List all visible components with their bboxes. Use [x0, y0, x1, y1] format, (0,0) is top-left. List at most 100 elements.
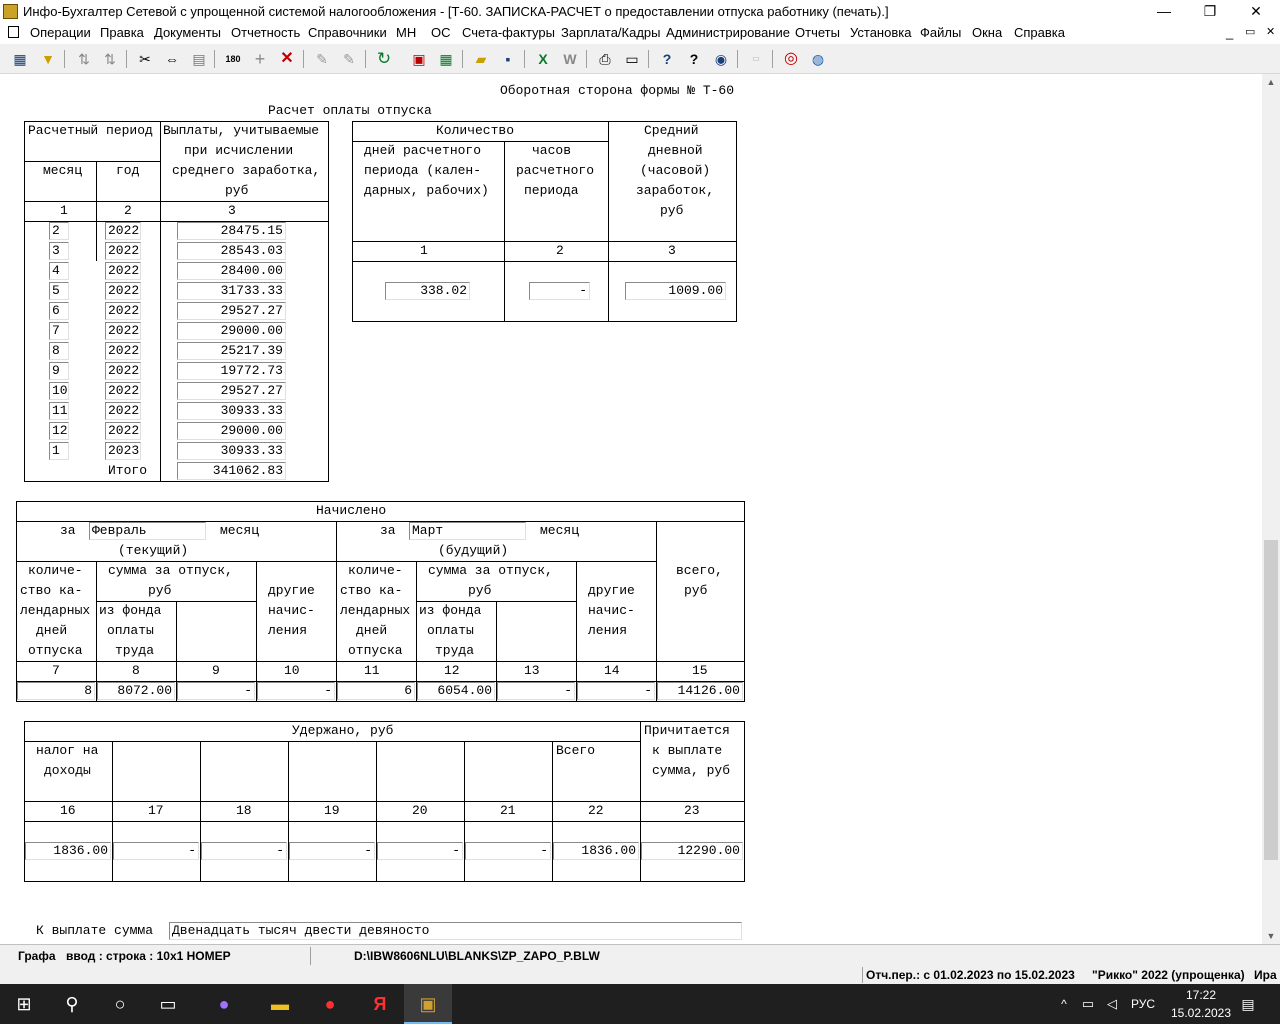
month-cell[interactable]: 9	[49, 362, 69, 380]
paste-icon[interactable]: ▤	[189, 49, 209, 69]
menu-reporting[interactable]: Отчетность	[231, 25, 300, 40]
report-icon[interactable]: ▭	[746, 49, 766, 69]
refresh-icon[interactable]: ↻	[374, 49, 394, 69]
explorer-icon[interactable]: ▬	[256, 984, 304, 1024]
lifebuoy-icon[interactable]: ◎	[781, 49, 801, 69]
payment-cell[interactable]: 29000.00	[177, 322, 286, 340]
menu-reports[interactable]: Отчеты	[795, 25, 840, 40]
vertical-scrollbar[interactable]: ▲ ▼	[1262, 74, 1280, 944]
excel-icon[interactable]: X	[533, 49, 553, 69]
year-cell[interactable]: 2022	[105, 222, 141, 240]
search-icon[interactable]: ⚲	[48, 984, 96, 1024]
scroll-thumb[interactable]	[1264, 540, 1278, 860]
language-indicator[interactable]: РУС	[1126, 984, 1160, 1024]
yandex-icon[interactable]: Я	[356, 984, 404, 1024]
year-cell[interactable]: 2022	[105, 362, 141, 380]
help-icon[interactable]: ?	[657, 49, 677, 69]
year-cell[interactable]: 2022	[105, 302, 141, 320]
compass-icon[interactable]: ◉	[711, 49, 731, 69]
restore-button[interactable]: ❐	[1187, 0, 1233, 23]
minimize-button[interactable]: —	[1141, 0, 1187, 23]
menu-operations[interactable]: Операции	[30, 25, 91, 40]
menu-mn[interactable]: МН	[396, 25, 416, 40]
notifications-icon[interactable]: ▤	[1236, 984, 1260, 1024]
year-cell[interactable]: 2022	[105, 422, 141, 440]
filter-icon[interactable]: ▼	[38, 49, 58, 69]
withheld-18-field[interactable]: -	[201, 842, 287, 860]
clock-time[interactable]: 17:22	[1166, 988, 1236, 1002]
pin-icon[interactable]: ✎	[312, 49, 332, 69]
calendar-icon[interactable]: ▣	[409, 49, 429, 69]
print-preview-icon[interactable]: ▭	[622, 49, 642, 69]
year-cell[interactable]: 2022	[105, 382, 141, 400]
withheld-17-field[interactable]: -	[113, 842, 199, 860]
calculator-icon[interactable]: ▦	[436, 49, 456, 69]
month-cell[interactable]: 6	[49, 302, 69, 320]
withheld-21-field[interactable]: -	[465, 842, 551, 860]
year-cell[interactable]: 2022	[105, 262, 141, 280]
sort-asc-icon[interactable]: ⇅	[74, 49, 94, 69]
next-vacation-days-field[interactable]: 6	[337, 682, 415, 700]
cut-icon[interactable]: ✂	[135, 49, 155, 69]
menu-edit[interactable]: Правка	[100, 25, 144, 40]
child-close-button[interactable]: ✕	[1266, 25, 1275, 38]
payment-cell[interactable]: 30933.33	[177, 402, 286, 420]
payment-cell[interactable]: 28400.00	[177, 262, 286, 280]
tray-chevron-icon[interactable]: ^	[1052, 984, 1076, 1024]
current-month-field[interactable]: Февраль	[89, 522, 206, 540]
number-180-icon[interactable]: 180	[223, 49, 243, 69]
payable-sum-field[interactable]: 12290.00	[641, 842, 743, 860]
help-context-icon[interactable]: ?	[684, 49, 704, 69]
days-field[interactable]: 338.02	[385, 282, 470, 300]
menu-documents[interactable]: Документы	[154, 25, 221, 40]
alice-icon[interactable]: ●	[200, 984, 248, 1024]
swap-icon[interactable]: ⇔	[162, 49, 182, 69]
cur-other-field[interactable]: -	[257, 682, 335, 700]
next-vacation-sum-field[interactable]: 6054.00	[417, 682, 495, 700]
payout-words-field[interactable]: Двенадцать тысяч двести девяносто	[169, 922, 742, 940]
start-icon[interactable]: ⊞	[0, 984, 48, 1024]
year-cell[interactable]: 2023	[105, 442, 141, 460]
grid-icon[interactable]: ▦	[10, 49, 30, 69]
payment-cell[interactable]: 25217.39	[177, 342, 286, 360]
delete-icon[interactable]: ✕	[277, 49, 297, 69]
withheld-total-field[interactable]: 1836.00	[553, 842, 639, 860]
month-cell[interactable]: 12	[49, 422, 69, 440]
scroll-down-icon[interactable]: ▼	[1262, 928, 1280, 944]
add-icon[interactable]: +	[250, 49, 270, 69]
payment-cell[interactable]: 28543.03	[177, 242, 286, 260]
menu-administration[interactable]: Администрирование	[666, 25, 790, 40]
payment-cell[interactable]: 30933.33	[177, 442, 286, 460]
payment-cell[interactable]: 19772.73	[177, 362, 286, 380]
cur-vacation-days-field[interactable]: 8	[17, 682, 95, 700]
year-cell[interactable]: 2022	[105, 342, 141, 360]
month-cell[interactable]: 10	[49, 382, 69, 400]
payment-cell[interactable]: 29527.27	[177, 302, 286, 320]
year-cell[interactable]: 2022	[105, 282, 141, 300]
globe-icon[interactable]: ◍	[808, 49, 828, 69]
pin-abc-icon[interactable]: ✎	[339, 49, 359, 69]
network-icon[interactable]: ▭	[1076, 984, 1100, 1024]
month-cell[interactable]: 2	[49, 222, 69, 240]
month-cell[interactable]: 8	[49, 342, 69, 360]
payment-cell[interactable]: 31733.33	[177, 282, 286, 300]
year-cell[interactable]: 2022	[105, 402, 141, 420]
menu-directories[interactable]: Справочники	[308, 25, 387, 40]
payment-cell[interactable]: 29000.00	[177, 422, 286, 440]
next-month-field[interactable]: Март	[409, 522, 526, 540]
child-minimize-button[interactable]: _	[1226, 25, 1233, 40]
yandex-browser-icon[interactable]: ●	[306, 984, 354, 1024]
month-cell[interactable]: 1	[49, 442, 69, 460]
cortana-icon[interactable]: ○	[96, 984, 144, 1024]
save-icon[interactable]: ▪	[498, 49, 518, 69]
next-col13-field[interactable]: -	[497, 682, 575, 700]
accrued-total-field[interactable]: 14126.00	[657, 682, 743, 700]
menu-invoices[interactable]: Счета-фактуры	[462, 25, 555, 40]
menu-os[interactable]: ОС	[431, 25, 451, 40]
volume-icon[interactable]: ◁	[1100, 984, 1124, 1024]
child-restore-button[interactable]: ▭	[1245, 25, 1255, 38]
month-cell[interactable]: 4	[49, 262, 69, 280]
month-cell[interactable]: 11	[49, 402, 69, 420]
hours-field[interactable]: -	[529, 282, 590, 300]
cur-vacation-sum-field[interactable]: 8072.00	[97, 682, 175, 700]
